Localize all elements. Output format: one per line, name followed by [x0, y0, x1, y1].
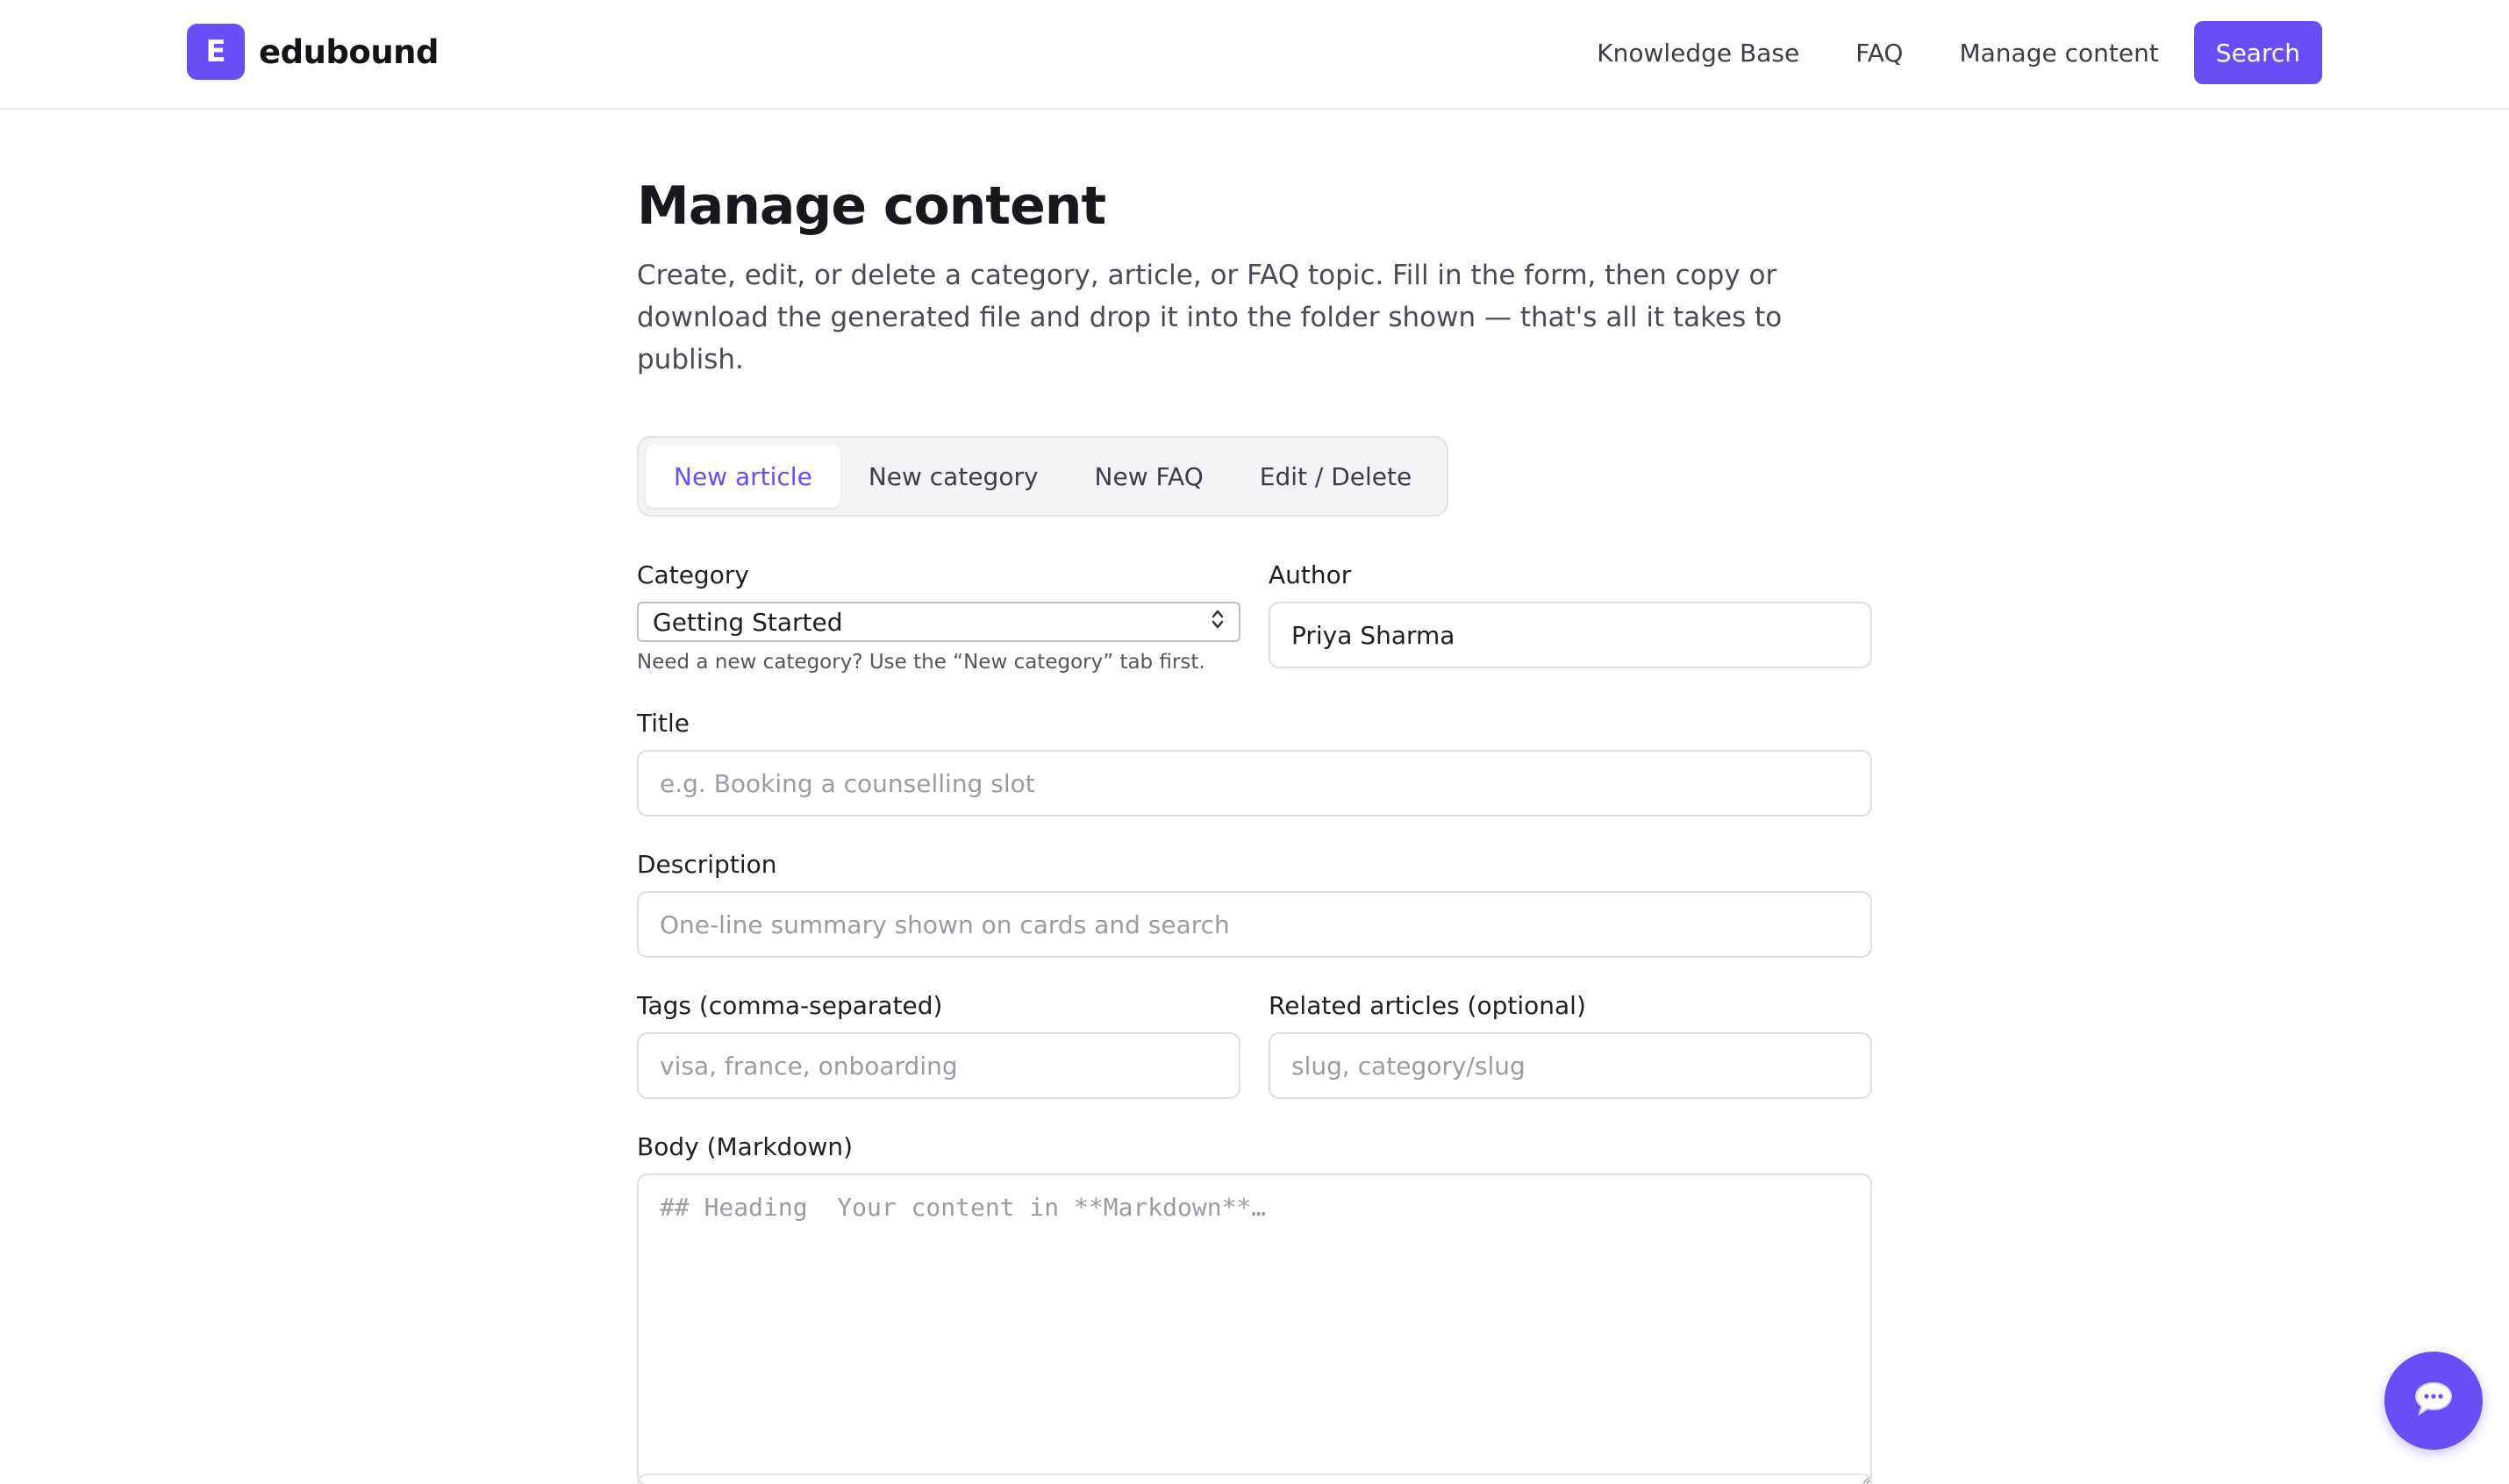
chat-button[interactable] [2384, 1352, 2483, 1450]
tab-new-faq[interactable]: New FAQ [1067, 445, 1232, 508]
nav-knowledge-base[interactable]: Knowledge Base [1597, 39, 1799, 68]
tags-label: Tags (comma-separated) [637, 991, 943, 1020]
logo-mark: E [187, 24, 245, 80]
main-nav: Knowledge Base FAQ Manage content Search [1597, 21, 2322, 84]
category-selected-value: Getting Started [653, 607, 843, 637]
description-label: Description [637, 850, 777, 879]
title-input[interactable] [637, 750, 1872, 817]
description-field: Description [637, 850, 1872, 958]
description-input[interactable] [637, 891, 1872, 958]
page-description: Create, edit, or delete a category, arti… [637, 260, 1783, 375]
content-tabs: New article New category New FAQ Edit / … [637, 436, 1449, 517]
author-field: Author [1269, 560, 1872, 674]
manage-content-main: Manage content Create, edit, or delete a… [637, 175, 1872, 1484]
related-field: Related articles (optional) [1269, 991, 1872, 1099]
category-field: Category Getting Started Need a new cate… [637, 560, 1240, 674]
tab-new-article[interactable]: New article [646, 445, 840, 508]
category-select[interactable]: Getting Started [637, 602, 1240, 642]
brand-name: edubound [259, 32, 440, 71]
body-label: Body (Markdown) [637, 1132, 854, 1161]
category-author-row: Category Getting Started Need a new cate… [637, 560, 1872, 674]
title-field: Title [637, 709, 1872, 817]
nav-faq[interactable]: FAQ [1855, 39, 1903, 68]
category-label: Category [637, 560, 749, 589]
author-label: Author [1269, 560, 1352, 589]
tab-new-category[interactable]: New category [840, 445, 1067, 508]
body-field: Body (Markdown) [637, 1132, 1872, 1484]
title-label: Title [637, 709, 690, 738]
page-title: Manage content [637, 175, 1106, 237]
related-input[interactable] [1269, 1032, 1872, 1099]
nav-manage-content[interactable]: Manage content [1959, 39, 2158, 68]
chat-bubble-icon [2412, 1380, 2455, 1422]
tags-related-row: Tags (comma-separated) Related articles … [637, 991, 1872, 1099]
tags-field: Tags (comma-separated) [637, 991, 1240, 1099]
search-button[interactable]: Search [2193, 21, 2322, 84]
brand-logo[interactable]: E edubound [187, 24, 440, 80]
category-hint: Need a new category? Use the “New catego… [637, 651, 1205, 674]
chevron-up-down-icon [1211, 608, 1225, 636]
author-input[interactable] [1269, 602, 1872, 668]
tab-edit-delete[interactable]: Edit / Delete [1232, 445, 1440, 508]
body-textarea[interactable] [637, 1174, 1872, 1484]
next-section-edge [637, 1473, 1872, 1484]
related-label: Related articles (optional) [1269, 991, 1586, 1020]
tags-input[interactable] [637, 1032, 1240, 1099]
top-header: E edubound Knowledge Base FAQ Manage con… [0, 0, 2509, 110]
